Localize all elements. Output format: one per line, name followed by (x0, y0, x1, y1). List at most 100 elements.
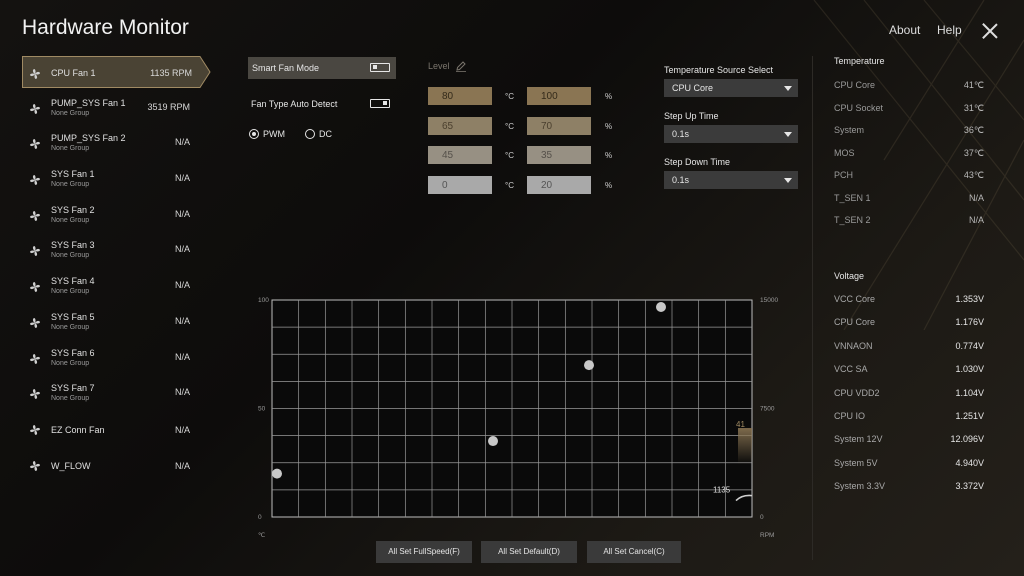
chevron-down-icon (784, 178, 792, 183)
help-link[interactable]: Help (937, 23, 962, 37)
temperature-value: N/A (968, 192, 984, 203)
voltage-name: System 5V (834, 457, 878, 468)
fan-item[interactable]: SYS Fan 1 None Group N/A (22, 163, 212, 199)
fan-name: SYS Fan 3 (51, 240, 95, 251)
level-pct-unit: % (605, 151, 613, 160)
temperature-heading: Temperature (834, 56, 885, 66)
fan-item[interactable]: PUMP_SYS Fan 2 None Group N/A (22, 127, 212, 163)
fan-icon (29, 244, 41, 257)
step-down-select[interactable]: 0.1s (664, 171, 798, 189)
fan-icon (29, 316, 41, 328)
fan-icon (29, 280, 41, 293)
fan-icon (29, 423, 41, 435)
voltage-value: 0.774V (955, 340, 984, 351)
fan-icon (29, 459, 41, 471)
fan-item[interactable]: SYS Fan 5 None Group N/A (22, 306, 212, 342)
voltage-value: 12.096V (950, 434, 984, 445)
level-pct-input-1[interactable]: 100 (527, 87, 591, 105)
voltage-name: VCC Core (834, 294, 876, 304)
fan-icon (29, 173, 41, 186)
fan-icon (29, 387, 41, 400)
temperature-value: 31℃ (963, 102, 984, 113)
fan-item[interactable]: SYS Fan 6 None Group N/A (22, 342, 212, 378)
temperature-name: T_SEN 1 (834, 192, 871, 203)
smart-fan-mode-label: Smart Fan Mode (252, 63, 320, 73)
chart-point (584, 360, 594, 371)
fan-type-auto-detect-switch[interactable] (370, 99, 390, 108)
smart-fan-mode-toggle[interactable]: Smart Fan Mode (248, 57, 396, 79)
chart-y2-tick-label: 0 (760, 514, 764, 521)
fan-icon (29, 137, 41, 150)
fan-list: CPU Fan 1 1135 RPM PUMP_SYS Fan 1 None Grou… (22, 56, 212, 484)
level-title: Level (428, 61, 450, 71)
all-set-cancel-button[interactable]: All Set Cancel(C) (587, 541, 681, 563)
temperature-name: CPU Core (834, 80, 876, 90)
fan-rpm: N/A (174, 280, 190, 291)
voltage-value: 1.104V (955, 387, 984, 398)
temperature-name: PCH (834, 170, 854, 180)
fan-group: None Group (51, 252, 90, 260)
fan-type-auto-detect-label: Fan Type Auto Detect (251, 99, 338, 109)
radio-circle-icon (249, 129, 259, 139)
chart-y-tick-label: 0 (258, 514, 262, 521)
chart-point (656, 302, 666, 312)
fan-group: None Group (51, 288, 90, 296)
chart-y2-tick-label: 15000 (760, 297, 778, 304)
pwm-radio[interactable]: PWM (249, 129, 285, 139)
fan-item[interactable]: W_FLOW N/A (22, 449, 212, 485)
temperature-source-select[interactable]: CPU Core (664, 79, 798, 97)
fan-item[interactable]: SYS Fan 7 None Group N/A (22, 377, 212, 413)
fan-rpm: N/A (174, 387, 190, 398)
fan-name: PUMP_SYS Fan 1 (51, 97, 126, 108)
chart-y2-tick-label: 7500 (760, 406, 775, 413)
radio-circle-icon (305, 129, 315, 139)
fan-item[interactable]: SYS Fan 3 None Group N/A (22, 234, 212, 270)
level-pct-input-3[interactable]: 35 (527, 146, 591, 164)
fan-name: SYS Fan 7 (51, 383, 95, 394)
dc-label: DC (319, 129, 332, 139)
edit-pencil-icon[interactable] (455, 60, 467, 72)
voltage-value: 4.940V (955, 457, 984, 468)
temperature-value: 41℃ (963, 80, 984, 90)
fan-item[interactable]: SYS Fan 4 None Group N/A (22, 270, 212, 306)
level-temp-input-4[interactable]: 0 (428, 176, 492, 194)
chart-current-rpm-label: 1135 (713, 486, 731, 495)
smart-fan-mode-switch[interactable] (370, 63, 390, 72)
step-up-select[interactable]: 0.1s (664, 125, 798, 143)
fan-name: SYS Fan 2 (51, 204, 95, 215)
fan-rpm: N/A (174, 351, 190, 362)
background-pattern (813, 0, 1024, 330)
fan-group: None Group (51, 181, 90, 189)
chart-y2-unit-label: RPM (760, 532, 774, 539)
fan-curve-chart[interactable]: 100 50 0 15000 7500 0 ℃ RPM 41 1135 (252, 290, 792, 546)
dc-radio[interactable]: DC (305, 129, 332, 139)
fan-rpm: N/A (174, 173, 190, 184)
fan-item[interactable]: PUMP_SYS Fan 1 None Group 3519 RPM (22, 92, 212, 128)
step-up-label: Step Up Time (664, 111, 719, 121)
chart-x-unit-label: ℃ (258, 532, 266, 539)
step-down-group: Step Down Time 0.1s (664, 157, 798, 189)
level-pct-input-4[interactable]: 20 (527, 176, 591, 194)
level-temp-input-1[interactable]: 80 (428, 87, 492, 105)
fan-rpm: N/A (174, 244, 190, 255)
temperature-value: 43℃ (963, 170, 984, 180)
level-temp-input-2[interactable]: 65 (428, 117, 492, 135)
close-button[interactable] (982, 23, 998, 39)
level-temp-input-3[interactable]: 45 (428, 146, 492, 164)
level-pct-input-2[interactable]: 70 (527, 117, 591, 135)
temperature-name: MOS (834, 147, 855, 158)
all-set-fullspeed-button[interactable]: All Set FullSpeed(F) (376, 541, 472, 563)
fan-item[interactable]: SYS Fan 2 None Group N/A (22, 199, 212, 235)
temperature-value: 37℃ (963, 147, 984, 158)
fan-icon (29, 67, 41, 79)
fan-icon (29, 102, 41, 114)
fan-item[interactable]: EZ Conn Fan N/A (22, 413, 212, 449)
fan-type-auto-detect-toggle[interactable]: Fan Type Auto Detect (248, 97, 396, 113)
fan-name: CPU Fan 1 (51, 68, 96, 78)
fan-item[interactable]: CPU Fan 1 1135 RPM (22, 56, 212, 88)
about-link[interactable]: About (889, 23, 920, 37)
all-set-default-button[interactable]: All Set Default(D) (481, 541, 577, 563)
app-title: Hardware Monitor (22, 16, 189, 39)
fan-name: PUMP_SYS Fan 2 (51, 133, 126, 144)
level-pct-unit: % (605, 92, 613, 101)
